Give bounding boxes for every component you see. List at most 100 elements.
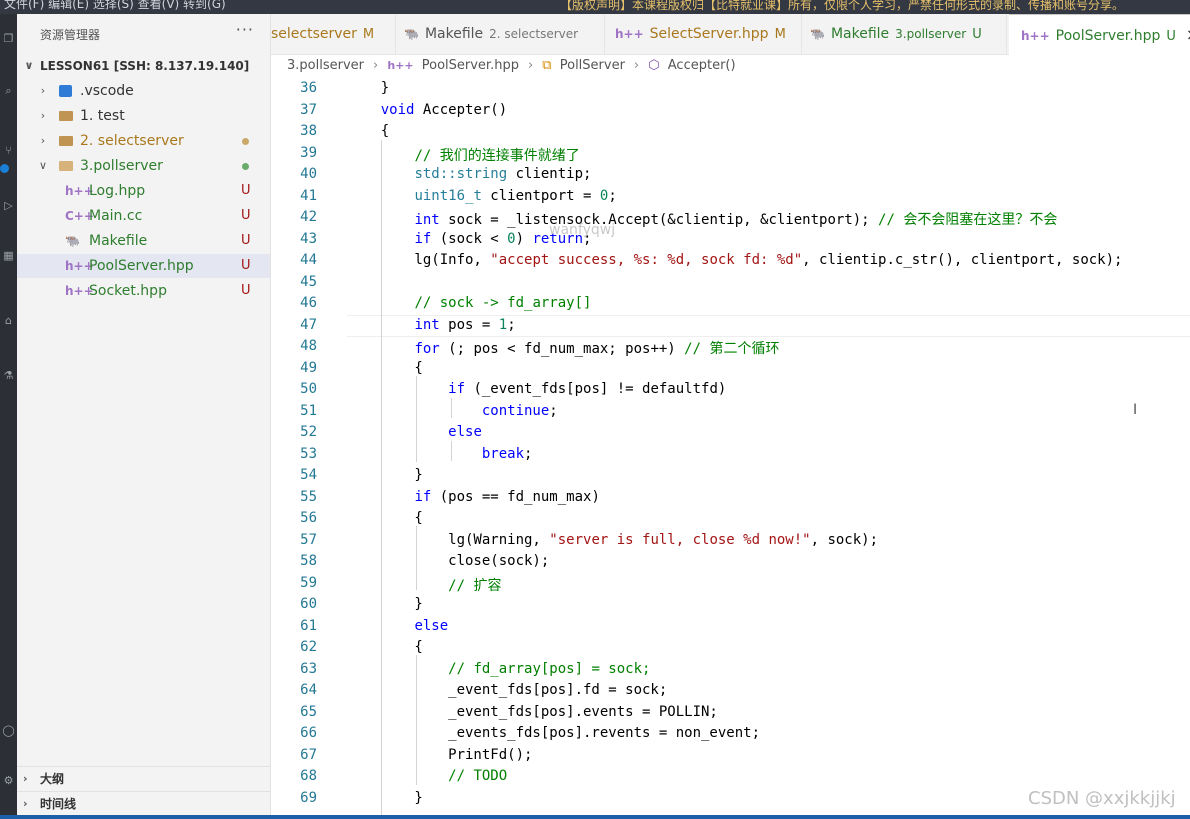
code-line[interactable]: int sock = _listensock.Accept(&clientip,… xyxy=(347,209,1057,229)
folder-icon xyxy=(59,136,73,146)
code-line[interactable]: // 我们的连接事件就绪了 xyxy=(347,145,579,165)
more-actions-icon[interactable]: ··· xyxy=(236,20,254,39)
timeline-panel-header[interactable]: › 时间线 xyxy=(17,791,270,816)
tree-item-test[interactable]: › 1. test xyxy=(17,104,270,128)
tab-makefile-selectserver[interactable]: 🐃 Makefile 2. selectserver xyxy=(396,14,605,54)
folder-icon xyxy=(59,111,73,121)
tree-item-selectserver[interactable]: › 2. selectserver xyxy=(17,129,270,153)
code-line[interactable]: } xyxy=(347,80,389,96)
code-line[interactable]: for (; pos < fd_num_max; pos++) // 第二个循环 xyxy=(347,338,779,358)
line-number: 63 xyxy=(300,660,317,677)
code-line[interactable]: _events_fds[pos].revents = non_event; xyxy=(347,725,760,741)
hpp-file-icon: h++ xyxy=(387,59,414,72)
code-line[interactable]: break; xyxy=(347,446,533,462)
modified-dot xyxy=(242,138,249,145)
explorer-icon[interactable]: ❐ xyxy=(2,32,15,45)
code-line[interactable]: _event_fds[pos].events = POLLIN; xyxy=(347,704,718,720)
source-control-badge xyxy=(0,164,9,173)
search-icon[interactable]: ⌕ xyxy=(2,84,15,97)
code-line[interactable]: // fd_array[pos] = sock; xyxy=(347,661,650,677)
breadcrumb-class[interactable]: PollServer xyxy=(560,58,625,73)
run-debug-icon[interactable]: ▷ xyxy=(2,199,15,212)
tree-item-vscode[interactable]: › .vscode xyxy=(17,79,270,103)
outline-panel-header[interactable]: › 大纲 xyxy=(17,766,270,791)
tab-poolserver-hpp[interactable]: h++PoolServer.hppU× xyxy=(1009,14,1190,55)
tab-makefile-pollserver[interactable]: 🐃 Makefile 3.pollserver U xyxy=(802,14,1007,54)
chevron-right-icon: › xyxy=(40,84,46,97)
tree-item-socket-hpp[interactable]: h++ Socket.hpp U xyxy=(17,279,270,303)
tree-item-main-cc[interactable]: C++ Main.cc U xyxy=(17,204,270,228)
code-line[interactable]: int pos = 1; xyxy=(347,317,515,333)
method-icon: ⬡ xyxy=(648,58,660,73)
code-line[interactable]: _event_fds[pos].fd = sock; xyxy=(347,682,667,698)
breadcrumb-file[interactable]: PoolServer.hpp xyxy=(422,58,519,73)
explorer-sidebar: 资源管理器 ··· ∨ LESSON61 [SSH: 8.137.19.140]… xyxy=(17,14,271,819)
chevron-right-icon: › xyxy=(372,58,379,73)
chevron-right-icon: › xyxy=(40,109,46,122)
code-line[interactable]: close(sock); xyxy=(347,553,549,569)
vscode-folder-icon xyxy=(59,85,72,97)
line-number: 68 xyxy=(300,768,317,784)
git-status: U xyxy=(241,233,251,248)
code-line[interactable]: { xyxy=(347,123,389,139)
line-number: 48 xyxy=(300,338,317,354)
code-line[interactable]: // TODO xyxy=(347,768,507,784)
workspace-root[interactable]: ∨ LESSON61 [SSH: 8.137.19.140] xyxy=(17,54,270,78)
code-line[interactable]: else xyxy=(347,424,482,440)
text-cursor-icon: I xyxy=(1133,402,1138,418)
line-number: 38 xyxy=(300,123,317,139)
tab-selectserver[interactable]: selectserver M xyxy=(271,14,396,54)
breadcrumb-method[interactable]: Accepter() xyxy=(668,58,736,73)
line-number: 47 xyxy=(300,316,317,333)
code-line[interactable]: lg(Info, "accept success, %s: %d, sock f… xyxy=(347,252,1122,268)
chevron-right-icon: › xyxy=(633,58,640,73)
code-line[interactable]: } xyxy=(347,790,422,806)
tab-selectserver-hpp[interactable]: h++ SelectServer.hpp M xyxy=(605,14,802,54)
extensions-icon[interactable]: ▦ xyxy=(2,249,15,262)
line-number: 46 xyxy=(300,295,317,311)
menu-bar[interactable]: 文件(F) 编辑(E) 选择(S) 查看(V) 转到(G) xyxy=(4,0,226,12)
tree-item-poolserver-hpp[interactable]: h++ PoolServer.hpp U xyxy=(17,254,270,278)
close-icon[interactable]: × xyxy=(1186,25,1190,44)
account-icon[interactable]: ◯ xyxy=(2,724,15,737)
open-folder-icon xyxy=(59,161,73,171)
code-line[interactable]: // sock -> fd_array[] xyxy=(347,295,591,311)
source-control-icon[interactable]: ⑂ xyxy=(2,144,15,157)
code-line[interactable]: if (pos == fd_num_max) xyxy=(347,489,599,505)
line-number: 59 xyxy=(300,574,317,591)
code-line[interactable]: { xyxy=(347,510,422,526)
code-line[interactable]: if (_event_fds[pos] != defaultfd) xyxy=(347,381,726,397)
activity-bar: ❐ ⌕ ⑂ ▷ ▦ ⌂ ⚗ ◯ ⚙ xyxy=(0,14,17,819)
title-bar: 文件(F) 编辑(E) 选择(S) 查看(V) 转到(G) 【版权声明】本课程版… xyxy=(0,0,1190,14)
chevron-right-icon: › xyxy=(40,134,46,147)
code-line[interactable]: PrintFd(); xyxy=(347,747,532,763)
code-line[interactable]: uint16_t clientport = 0; xyxy=(347,188,616,204)
code-line[interactable]: // 扩容 xyxy=(347,575,501,595)
git-status: U xyxy=(241,283,251,298)
status-bar xyxy=(0,815,1190,819)
remote-icon[interactable]: ⌂ xyxy=(2,314,15,327)
untracked-dot xyxy=(242,163,249,170)
code-line[interactable]: continue; xyxy=(347,403,558,419)
tree-item-makefile[interactable]: 🐃 Makefile U xyxy=(17,229,270,253)
line-number: 64 xyxy=(300,682,317,698)
line-number: 69 xyxy=(300,789,317,806)
tree-item-log-hpp[interactable]: h++ Log.hpp U xyxy=(17,179,270,203)
code-line[interactable]: } xyxy=(347,596,422,612)
hpp-file-icon: h++ xyxy=(1021,29,1050,43)
user-watermark: wanfyqwj xyxy=(549,222,616,238)
code-line[interactable]: void Accepter() xyxy=(347,102,507,118)
code-line[interactable]: } xyxy=(347,467,422,483)
code-line[interactable]: else xyxy=(347,618,448,634)
tree-item-pollserver[interactable]: ∨ 3.pollserver xyxy=(17,154,270,178)
code-editor[interactable]: 36 37 38 39 40 41 42 43 44 45 46 47 48 49 50 51 52 53 54 55… xyxy=(271,78,1190,819)
code-line[interactable]: { xyxy=(347,639,422,655)
line-number: 42 xyxy=(300,209,317,225)
line-number: 57 xyxy=(300,531,317,548)
code-line[interactable]: std::string clientip; xyxy=(347,166,591,182)
code-line[interactable]: lg(Warning, "server is full, close %d no… xyxy=(347,532,878,548)
settings-icon[interactable]: ⚙ xyxy=(2,774,15,787)
testing-icon[interactable]: ⚗ xyxy=(2,369,15,382)
breadcrumb-folder[interactable]: 3.pollserver xyxy=(287,58,364,73)
code-line[interactable]: { xyxy=(347,360,422,376)
